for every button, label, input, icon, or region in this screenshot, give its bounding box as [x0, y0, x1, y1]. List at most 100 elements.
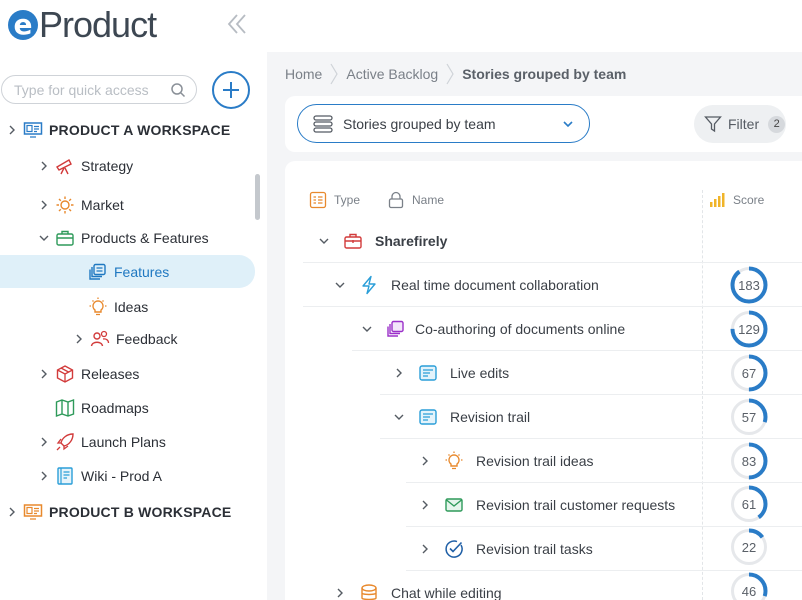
search-icon[interactable]	[170, 82, 186, 98]
score-ring: 67	[729, 353, 769, 393]
chevron-down-icon[interactable]	[392, 410, 406, 424]
tree-item-feedback[interactable]: Feedback	[72, 325, 177, 353]
table-row[interactable]: Chat while editing	[303, 571, 802, 600]
lightning-icon	[359, 275, 379, 295]
workspace-monitor-icon	[23, 502, 43, 522]
briefcase-icon	[343, 231, 363, 251]
tree-label: PRODUCT B WORKSPACE	[49, 504, 232, 520]
chevron-right-icon[interactable]	[37, 435, 51, 449]
list-view-icon	[312, 113, 334, 135]
row-label: Revision trail tasks	[476, 540, 593, 557]
breadcrumb-home[interactable]: Home	[285, 66, 322, 82]
rocket-icon	[55, 432, 75, 452]
score-value: 67	[741, 365, 757, 381]
breadcrumb-separator-icon	[329, 63, 339, 85]
chevron-down-icon	[561, 117, 575, 131]
package-icon	[55, 364, 75, 384]
view-selector[interactable]: Stories grouped by team	[297, 104, 590, 143]
column-header-type[interactable]: Type	[309, 188, 360, 212]
score-ring: 61	[729, 484, 769, 524]
add-button[interactable]	[212, 71, 250, 109]
tree-item-roadmaps[interactable]: Roadmaps	[55, 394, 149, 422]
chevron-down-icon[interactable]	[360, 322, 374, 336]
tree-item-features[interactable]: Features	[0, 255, 255, 288]
chevron-right-icon[interactable]	[418, 498, 432, 512]
row-label: Real time document collaboration	[391, 276, 599, 293]
breadcrumb: Home Active Backlog Stories grouped by t…	[285, 63, 626, 85]
tree-label: Products & Features	[81, 230, 209, 246]
lock-icon	[387, 191, 405, 209]
score-value: 57	[741, 409, 757, 425]
chevron-right-icon[interactable]	[333, 586, 347, 600]
type-list-icon	[309, 191, 327, 209]
score-value: 61	[741, 496, 757, 512]
chevron-down-icon[interactable]	[37, 231, 51, 245]
funnel-icon	[704, 115, 722, 133]
tree-workspace-b[interactable]: PRODUCT B WORKSPACE	[5, 498, 231, 526]
tree-item-market[interactable]: Market	[37, 191, 124, 219]
chevron-right-icon[interactable]	[37, 159, 51, 173]
tree-label: Strategy	[81, 158, 134, 174]
lightbulb-icon	[88, 297, 108, 317]
tree-item-releases[interactable]: Releases	[37, 360, 139, 388]
score-ring: 46	[729, 571, 769, 600]
tree-item-launch-plans[interactable]: Launch Plans	[37, 428, 166, 456]
column-header-name[interactable]: Name	[387, 188, 444, 212]
view-selector-value: Stories grouped by team	[343, 115, 496, 132]
tree-label: Features	[114, 263, 170, 280]
score-ring: 22	[729, 527, 769, 567]
chevron-down-icon[interactable]	[333, 278, 347, 292]
chevron-right-icon[interactable]	[37, 367, 51, 381]
chevron-right-icon[interactable]	[418, 454, 432, 468]
table-row[interactable]: Real time document collaboration	[303, 263, 802, 307]
row-label: Chat while editing	[391, 585, 502, 600]
stack-icon	[359, 583, 379, 600]
row-label: Co-authoring of documents online	[415, 320, 626, 337]
sidebar-scrollbar[interactable]	[255, 174, 260, 220]
tree-label: Roadmaps	[81, 400, 149, 416]
chevron-right-icon[interactable]	[37, 198, 51, 212]
filter-count-badge: 2	[768, 115, 786, 133]
filter-button[interactable]: Filter 2	[694, 105, 786, 143]
chevron-right-icon[interactable]	[37, 469, 51, 483]
people-icon	[90, 329, 110, 349]
row-label: Live edits	[450, 364, 510, 381]
tree-label: Launch Plans	[81, 434, 166, 450]
collapse-sidebar-icon[interactable]	[226, 10, 248, 38]
tree-item-products-features[interactable]: Products & Features	[37, 224, 209, 252]
tree-label: Feedback	[116, 331, 178, 347]
score-value: 129	[738, 321, 760, 337]
column-label: Score	[733, 193, 765, 207]
tree-label: Ideas	[114, 299, 149, 315]
tree-item-ideas[interactable]: Ideas	[88, 293, 148, 321]
bar-chart-icon	[708, 191, 726, 209]
breadcrumb-active-backlog[interactable]: Active Backlog	[346, 66, 438, 82]
score-value: 46	[741, 583, 757, 599]
story-icon	[418, 407, 438, 427]
column-label: Type	[334, 193, 361, 207]
column-label: Name	[412, 193, 445, 207]
search-input[interactable]	[14, 76, 164, 103]
breadcrumb-current: Stories grouped by team	[462, 66, 627, 82]
top-bar	[267, 0, 802, 52]
row-label: Revision trail ideas	[476, 452, 594, 469]
view-toolbar: Stories grouped by team Filter 2	[285, 96, 802, 152]
score-value: 183	[738, 277, 760, 293]
score-ring: 83	[729, 441, 769, 481]
chevron-right-icon[interactable]	[392, 366, 406, 380]
column-header-score[interactable]: Score	[708, 188, 764, 212]
tree-item-strategy[interactable]: Strategy	[37, 152, 133, 180]
story-icon	[418, 363, 438, 383]
briefcase-icon	[55, 228, 75, 248]
tree-item-wiki[interactable]: Wiki - Prod A	[37, 462, 162, 490]
table-row-group[interactable]: Sharefirely	[303, 219, 802, 263]
chevron-right-icon[interactable]	[418, 542, 432, 556]
chevron-down-icon[interactable]	[317, 234, 331, 248]
chevron-right-icon[interactable]	[5, 123, 19, 137]
chevron-right-icon[interactable]	[72, 332, 86, 346]
app-logo[interactable]: e Product	[8, 4, 157, 46]
check-circle-icon	[444, 539, 464, 559]
telescope-icon	[55, 156, 75, 176]
chevron-right-icon[interactable]	[5, 505, 19, 519]
tree-workspace-a[interactable]: PRODUCT A WORKSPACE	[5, 116, 230, 144]
